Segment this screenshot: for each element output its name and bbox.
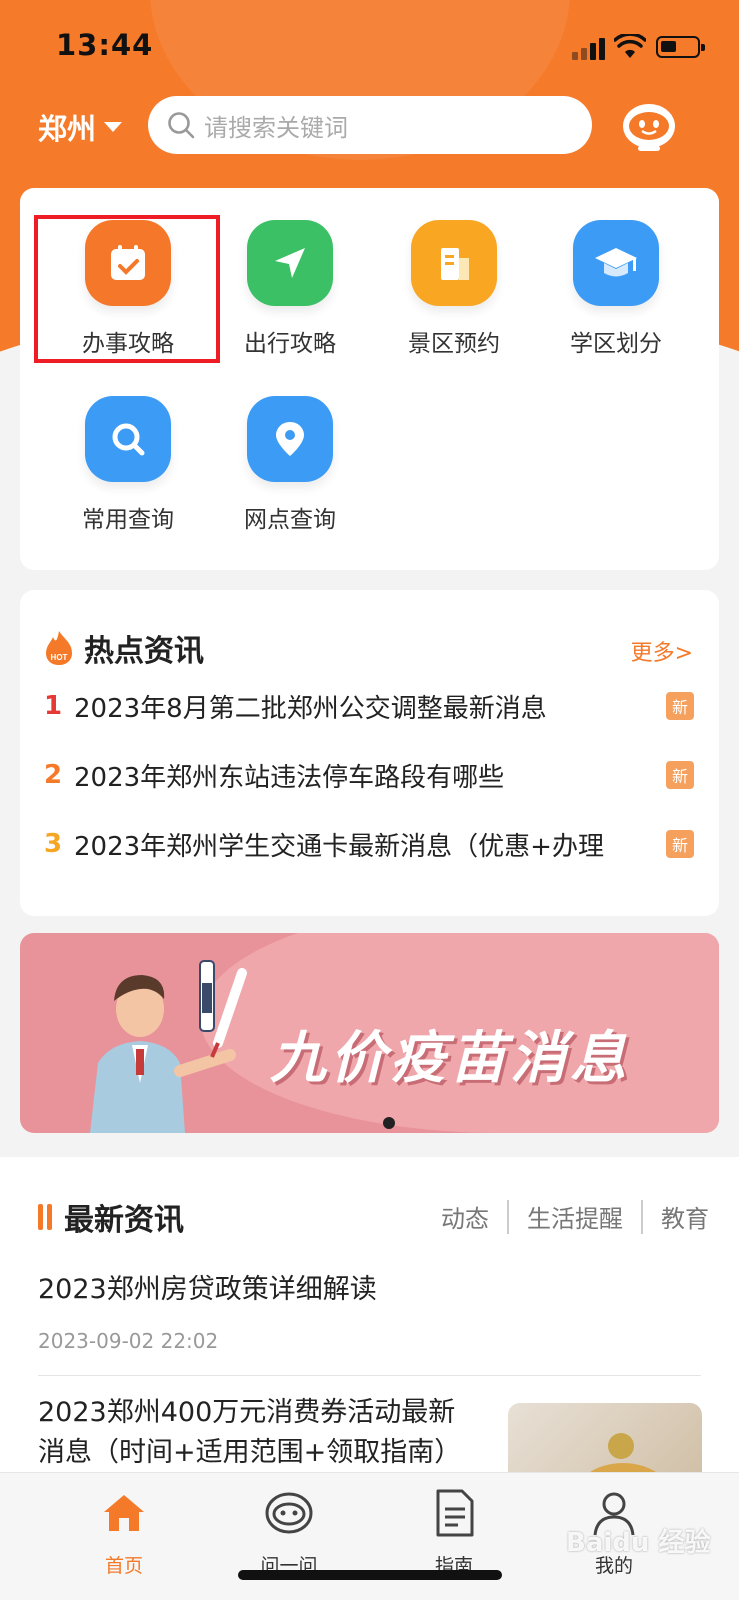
signal-icon [572, 38, 606, 60]
latest-news-header: 最新资讯 [38, 1195, 184, 1239]
services-card: 办事攻略 出行攻略 景区预约 学区划分 常用查询 网点查询 [20, 188, 719, 570]
service-item-scenic[interactable]: 景区预约 [374, 220, 534, 380]
service-label: 常用查询 [82, 507, 174, 533]
news-title: 2023年郑州学生交通卡最新消息（优惠+办理 [74, 831, 604, 862]
tab-label: 首页 [104, 1555, 143, 1577]
battery-icon [656, 36, 705, 58]
hot-news-header: HOT 热点资讯 [44, 626, 204, 670]
article-timestamp: 2023-09-02 22:02 [38, 1329, 219, 1353]
service-item-school[interactable]: 学区划分 [536, 220, 696, 380]
list-item[interactable]: 2 2023年郑州东站违法停车路段有哪些 新 [44, 755, 694, 795]
highlight-box [34, 215, 220, 363]
rank-number: 2 [44, 760, 63, 790]
article-title[interactable]: 2023郑州400万元消费券活动最新消息（时间+适用范围+领取指南） [38, 1393, 478, 1473]
service-label: 出行攻略 [244, 331, 336, 357]
svg-text:HOT: HOT [51, 653, 68, 662]
tab-home[interactable]: 首页 [64, 1487, 184, 1578]
building-icon [411, 220, 497, 306]
tab-guide[interactable]: 指南 [394, 1487, 514, 1578]
more-link[interactable]: 更多> [631, 635, 693, 667]
home-indicator [238, 1570, 502, 1580]
list-item[interactable]: 3 2023年郑州学生交通卡最新消息（优惠+办理 新 [44, 824, 694, 864]
robot-assistant-icon[interactable] [620, 96, 678, 154]
hot-news-title: 热点资讯 [84, 634, 204, 669]
section-marker-icon [38, 1204, 52, 1230]
service-label: 学区划分 [570, 331, 662, 357]
news-title: 2023年8月第二批郑州公交调整最新消息 [74, 693, 547, 724]
doctor-illustration [90, 960, 247, 1133]
carousel-indicator [383, 1117, 395, 1129]
new-badge: 新 [666, 692, 694, 720]
wifi-icon [614, 34, 646, 58]
tab-dynamic[interactable]: 动态 [441, 1199, 489, 1234]
navigation-arrow-icon [247, 220, 333, 306]
city-label: 郑州 [38, 112, 97, 146]
service-label: 网点查询 [244, 507, 336, 533]
watermark: Baidu 经验 [566, 1528, 711, 1558]
list-item[interactable]: 1 2023年8月第二批郑州公交调整最新消息 新 [44, 686, 694, 726]
location-pin-icon [247, 396, 333, 482]
graduation-cap-icon [573, 220, 659, 306]
search-icon [85, 396, 171, 482]
service-item-outlet[interactable]: 网点查询 [210, 396, 370, 556]
new-badge: 新 [666, 761, 694, 789]
rank-number: 3 [44, 829, 63, 859]
service-item-travel[interactable]: 出行攻略 [210, 220, 370, 380]
promo-banner[interactable]: 九价疫苗消息 [20, 933, 719, 1133]
tab-education[interactable]: 教育 [661, 1199, 709, 1234]
service-item-query[interactable]: 常用查询 [48, 396, 208, 556]
tab-ask[interactable]: 问一问 [229, 1487, 349, 1578]
status-time: 13:44 [56, 28, 154, 62]
divider [38, 1375, 701, 1376]
home-icon [104, 1495, 144, 1531]
news-title: 2023年郑州东站违法停车路段有哪些 [74, 762, 505, 793]
flame-icon: HOT [46, 631, 72, 665]
robot-icon [265, 1492, 313, 1534]
search-placeholder: 请搜索关键词 [204, 113, 348, 142]
category-tabs: 动态 生活提醒 教育 [441, 1199, 709, 1234]
search-icon [168, 112, 195, 139]
new-badge: 新 [666, 830, 694, 858]
tab-life-reminder[interactable]: 生活提醒 [527, 1199, 623, 1234]
chevron-down-icon [104, 122, 123, 132]
status-bar: 13:44 [0, 0, 739, 90]
search-input[interactable]: 请搜索关键词 [148, 96, 592, 154]
banner-title: 九价疫苗消息 [270, 1026, 630, 1091]
city-selector[interactable]: 郑州 [38, 106, 123, 148]
latest-news-title: 最新资讯 [64, 1203, 184, 1238]
document-icon [436, 1489, 474, 1537]
hot-news-card: HOT 热点资讯 更多> 1 2023年8月第二批郑州公交调整最新消息 新 2 … [20, 590, 719, 916]
service-label: 景区预约 [408, 331, 500, 357]
article-title[interactable]: 2023郑州房贷政策详细解读 [38, 1267, 377, 1306]
rank-number: 1 [44, 691, 63, 721]
top-bar: 郑州 请搜索关键词 [0, 96, 739, 156]
